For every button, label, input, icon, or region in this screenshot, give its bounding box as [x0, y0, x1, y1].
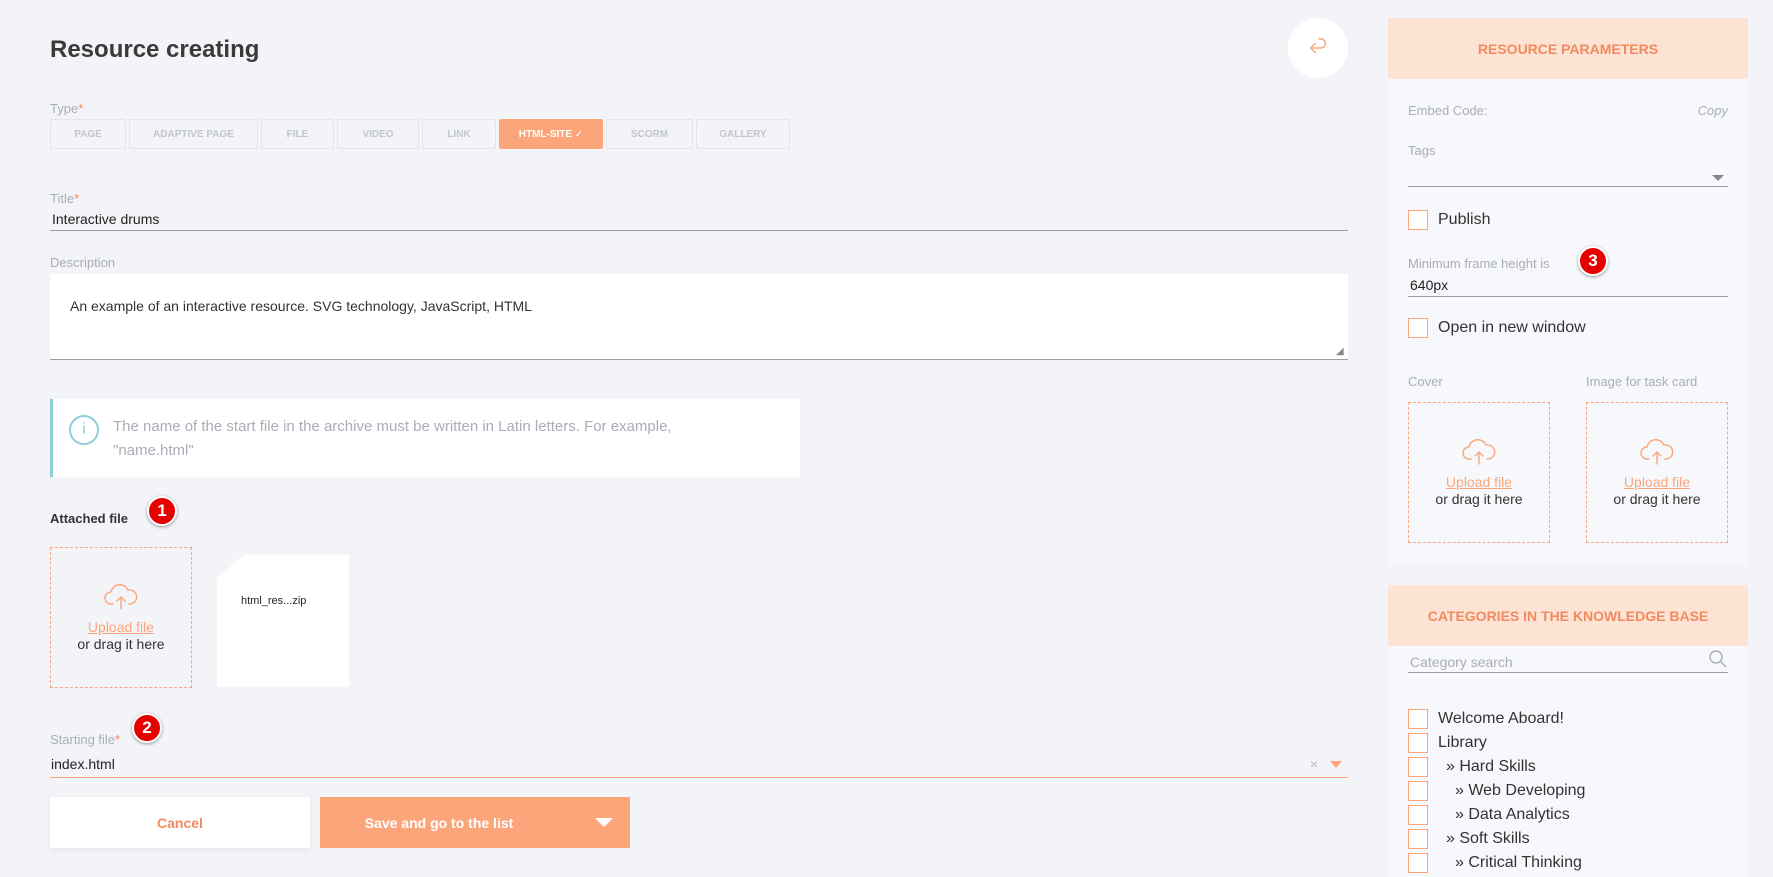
- title-label: Title*: [50, 191, 80, 206]
- save-button-label: Save and go to the list: [364, 814, 514, 831]
- type-label: Type*: [50, 101, 84, 116]
- main-form: Resource creating Type* PAGE ADAPTIVE PA…: [50, 0, 1350, 877]
- category-search-placeholder: Category search: [1410, 654, 1513, 670]
- resource-parameters-heading: RESOURCE PARAMETERS: [1388, 18, 1748, 79]
- info-notice: i The name of the start file in the arch…: [50, 399, 800, 477]
- category-item[interactable]: Library: [1408, 733, 1487, 753]
- category-item[interactable]: » Web Developing: [1408, 781, 1585, 801]
- category-search-input[interactable]: Category search: [1408, 649, 1728, 673]
- attached-file-card[interactable]: html_res...zip: [217, 555, 349, 687]
- embed-code-label: Embed Code:: [1408, 103, 1488, 118]
- type-option-file[interactable]: FILE: [261, 119, 334, 149]
- category-item[interactable]: » Data Analytics: [1408, 805, 1570, 825]
- categories-heading: CATEGORIES IN THE KNOWLEDGE BASE: [1388, 585, 1748, 646]
- annotation-badge-3: 3: [1578, 246, 1608, 276]
- save-options-dropdown[interactable]: [578, 797, 630, 848]
- type-option-scorm[interactable]: SCORM: [606, 119, 693, 149]
- task-card-label: Image for task card: [1586, 374, 1698, 389]
- title-input[interactable]: Interactive drums: [50, 211, 1348, 231]
- description-label: Description: [50, 255, 116, 270]
- cover-label: Cover: [1408, 374, 1443, 389]
- annotation-badge-1: 1: [147, 496, 177, 526]
- category-item[interactable]: » Critical Thinking: [1408, 853, 1582, 873]
- category-checkbox[interactable]: [1408, 853, 1428, 873]
- description-text: An example of an interactive resource. S…: [70, 298, 532, 314]
- starting-file-select[interactable]: index.html ×: [50, 756, 1348, 778]
- resource-parameters-panel: RESOURCE PARAMETERS Embed Code: Copy Tag…: [1388, 18, 1748, 565]
- attached-file-heading: Attached file: [50, 511, 129, 526]
- save-button[interactable]: Save and go to the list: [320, 797, 630, 848]
- chevron-down-icon: [1712, 175, 1724, 181]
- chevron-down-icon[interactable]: [1330, 760, 1342, 768]
- new-window-label: Open in new window: [1438, 319, 1586, 336]
- drag-hint: or drag it here: [1435, 491, 1523, 507]
- clear-icon[interactable]: ×: [1310, 756, 1318, 772]
- categories-panel: CATEGORIES IN THE KNOWLEDGE BASE Categor…: [1388, 585, 1748, 877]
- publish-label: Publish: [1438, 211, 1491, 228]
- type-option-gallery[interactable]: GALLERY: [696, 119, 790, 149]
- category-checkbox[interactable]: [1408, 733, 1428, 753]
- min-frame-height-input[interactable]: 640px: [1408, 277, 1728, 297]
- info-text: The name of the start file in the archiv…: [113, 418, 672, 459]
- category-item[interactable]: » Soft Skills: [1408, 829, 1530, 849]
- type-option-page[interactable]: PAGE: [50, 119, 126, 149]
- type-selector: PAGE ADAPTIVE PAGE FILE VIDEO LINK HTML-…: [50, 119, 790, 149]
- category-checkbox[interactable]: [1408, 757, 1428, 777]
- type-option-adaptive-page[interactable]: ADAPTIVE PAGE: [129, 119, 258, 149]
- upload-file-link[interactable]: Upload file: [1446, 474, 1512, 490]
- upload-file-link[interactable]: Upload file: [1624, 474, 1690, 490]
- attached-file-name: html_res...zip: [241, 595, 307, 607]
- drag-hint: or drag it here: [77, 636, 165, 652]
- publish-checkbox[interactable]: [1408, 210, 1428, 230]
- copy-embed-link[interactable]: Copy: [1698, 103, 1728, 118]
- page-title: Resource creating: [50, 36, 260, 63]
- starting-file-value: index.html: [51, 756, 115, 772]
- attached-upload-zone[interactable]: Upload file or drag it here: [50, 547, 192, 688]
- type-option-html-site[interactable]: HTML-SITE ✓: [499, 119, 603, 149]
- category-item[interactable]: Welcome Aboard!: [1408, 709, 1564, 729]
- category-checkbox[interactable]: [1408, 829, 1428, 849]
- annotation-badge-2: 2: [132, 713, 162, 743]
- cloud-upload-icon: [1462, 439, 1496, 465]
- starting-file-label: Starting file*: [50, 732, 121, 747]
- category-checkbox[interactable]: [1408, 781, 1428, 801]
- drag-hint: or drag it here: [1613, 491, 1701, 507]
- new-window-checkbox-row[interactable]: Open in new window: [1408, 318, 1586, 338]
- back-button[interactable]: [1288, 18, 1348, 78]
- cloud-upload-icon: [104, 584, 138, 610]
- search-icon[interactable]: [1708, 649, 1728, 669]
- tags-select[interactable]: [1408, 169, 1728, 187]
- category-checkbox[interactable]: [1408, 709, 1428, 729]
- publish-checkbox-row[interactable]: Publish: [1408, 210, 1490, 230]
- info-icon: i: [69, 415, 99, 445]
- undo-arrow-icon: [1309, 38, 1326, 54]
- tags-label: Tags: [1408, 143, 1436, 158]
- type-option-video[interactable]: VIDEO: [337, 119, 419, 149]
- caret-down-icon: [595, 818, 613, 827]
- cloud-upload-icon: [1640, 439, 1674, 465]
- new-window-checkbox[interactable]: [1408, 318, 1428, 338]
- category-checkbox[interactable]: [1408, 805, 1428, 825]
- min-frame-height-label: Minimum frame height is: [1408, 256, 1550, 271]
- type-option-link[interactable]: LINK: [422, 119, 496, 149]
- cover-upload-zone[interactable]: Upload file or drag it here: [1408, 402, 1550, 543]
- resize-handle-icon[interactable]: ◢: [1336, 347, 1346, 357]
- upload-file-link[interactable]: Upload file: [88, 619, 154, 635]
- cancel-button[interactable]: Cancel: [50, 797, 310, 848]
- task-card-upload-zone[interactable]: Upload file or drag it here: [1586, 402, 1728, 543]
- description-textarea[interactable]: An example of an interactive resource. S…: [50, 274, 1348, 360]
- category-item[interactable]: » Hard Skills: [1408, 757, 1536, 777]
